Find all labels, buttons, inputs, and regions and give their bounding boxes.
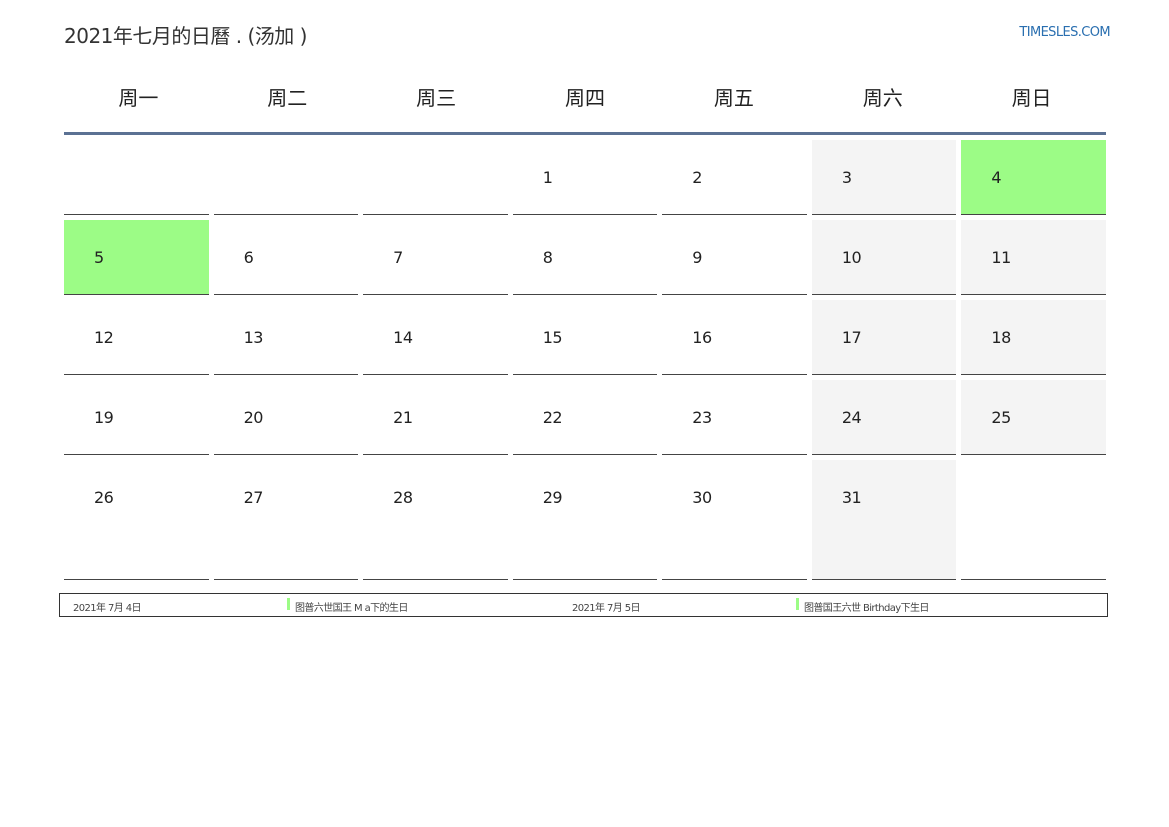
weekday-tue: 周二 (267, 85, 308, 110)
weekday-wed: 周三 (416, 85, 457, 110)
legend-date: 2021年 7月 4日 (73, 603, 142, 614)
day-number: 22 (542, 408, 563, 427)
day-cell[interactable]: 21 (363, 380, 508, 455)
weekday-thu: 周四 (564, 85, 605, 110)
day-number: 20 (243, 408, 264, 427)
day-number: 3 (841, 168, 852, 187)
day-cell[interactable]: 9 (662, 220, 807, 295)
day-cell[interactable]: 8 (512, 220, 658, 295)
day-cell[interactable]: 1 (512, 140, 658, 215)
day-cell[interactable]: 29 (512, 460, 658, 580)
day-cell[interactable]: 13 (213, 300, 359, 375)
day-cell[interactable]: 17 (811, 300, 957, 375)
day-cell[interactable]: 5 (64, 220, 209, 295)
weekday-fri: 周五 (713, 85, 754, 110)
day-number: 21 (393, 408, 413, 427)
day-cell[interactable]: 3 (811, 140, 957, 215)
day-cell[interactable]: 19 (64, 380, 209, 455)
day-cell[interactable]: 28 (363, 460, 508, 580)
day-cell[interactable]: 18 (961, 300, 1106, 375)
day-number: 30 (692, 488, 712, 507)
day-number: 13 (243, 328, 264, 347)
week-row: 5 6 7 8 9 10 11 (64, 220, 1106, 295)
day-cell[interactable]: 23 (662, 380, 807, 455)
day-number: 4 (991, 168, 1002, 187)
day-number: 28 (393, 488, 413, 507)
day-cell[interactable]: 16 (662, 300, 807, 375)
day-number: 18 (991, 328, 1011, 347)
calendar-grid: 周一 周二 周三 周四 周五 周六 周日 1 2 3 4 5 6 7 8 9 10 11 12 13 14… (64, 60, 1106, 580)
week-row: 12 13 14 15 16 17 18 (64, 300, 1106, 375)
day-number: 29 (542, 488, 563, 507)
day-number: 11 (991, 248, 1011, 267)
day-number: 10 (841, 248, 862, 267)
day-number: 24 (841, 408, 862, 427)
day-number: 1 (542, 168, 553, 187)
day-number: 6 (243, 248, 254, 267)
day-cell[interactable]: 11 (961, 220, 1106, 295)
empty-day-cell (961, 460, 1106, 580)
day-number: 12 (94, 328, 114, 347)
week-row: 1 2 3 4 (64, 140, 1106, 215)
weekday-mon: 周一 (118, 85, 159, 110)
day-cell[interactable]: 22 (512, 380, 658, 455)
week-row: 19 20 21 22 23 24 25 (64, 380, 1106, 455)
site-link[interactable]: TIMESLES.COM (1019, 25, 1110, 40)
day-cell[interactable]: 15 (512, 300, 658, 375)
day-number: 8 (542, 248, 553, 267)
day-number: 31 (841, 488, 862, 507)
weekday-header: 周一 周二 周三 周四 周五 周六 周日 (64, 60, 1106, 135)
day-number: 14 (393, 328, 413, 347)
empty-day-cell (213, 140, 359, 215)
holiday-marker-icon (287, 598, 290, 610)
page-title: 2021年七月的日曆 . (汤加 ) (64, 24, 307, 48)
day-cell[interactable]: 30 (662, 460, 807, 580)
day-cell[interactable]: 27 (213, 460, 359, 580)
day-cell[interactable]: 7 (363, 220, 508, 295)
holiday-legend: 2021年 7月 4日 图普六世国王 M a下的生日 2021年 7月 5日 图… (59, 593, 1108, 617)
day-number: 7 (393, 248, 403, 267)
day-number: 5 (94, 248, 104, 267)
day-cell[interactable]: 2 (662, 140, 807, 215)
empty-day-cell (363, 140, 508, 215)
day-number: 9 (692, 248, 702, 267)
day-number: 26 (94, 488, 114, 507)
day-cell[interactable]: 24 (811, 380, 957, 455)
day-number: 15 (542, 328, 563, 347)
day-cell[interactable]: 31 (811, 460, 957, 580)
day-cell[interactable]: 12 (64, 300, 209, 375)
day-cell[interactable]: 4 (961, 140, 1106, 215)
day-number: 16 (692, 328, 712, 347)
day-number: 19 (94, 408, 114, 427)
day-number: 17 (841, 328, 862, 347)
day-number: 2 (692, 168, 702, 187)
day-cell[interactable]: 10 (811, 220, 957, 295)
legend-holiday-name: 图普国王六世 Birthday下生日 (804, 603, 929, 614)
empty-day-cell (64, 140, 209, 215)
weekday-sun: 周日 (1011, 85, 1052, 110)
legend-holiday-name: 图普六世国王 M a下的生日 (295, 603, 408, 614)
weeks-container: 1 2 3 4 5 6 7 8 9 10 11 12 13 14 15 16 17 18 19 20 21 22 23 24 2… (64, 140, 1106, 580)
legend-date: 2021年 7月 5日 (572, 603, 641, 614)
day-number: 27 (243, 488, 264, 507)
day-number: 25 (991, 408, 1011, 427)
day-cell[interactable]: 25 (961, 380, 1106, 455)
day-cell[interactable]: 26 (64, 460, 209, 580)
holiday-marker-icon (796, 598, 799, 610)
weekday-sat: 周六 (862, 85, 903, 110)
day-number: 23 (692, 408, 712, 427)
week-row: 26 27 28 29 30 31 (64, 460, 1106, 580)
day-cell[interactable]: 20 (213, 380, 359, 455)
day-cell[interactable]: 6 (213, 220, 359, 295)
day-cell[interactable]: 14 (363, 300, 508, 375)
